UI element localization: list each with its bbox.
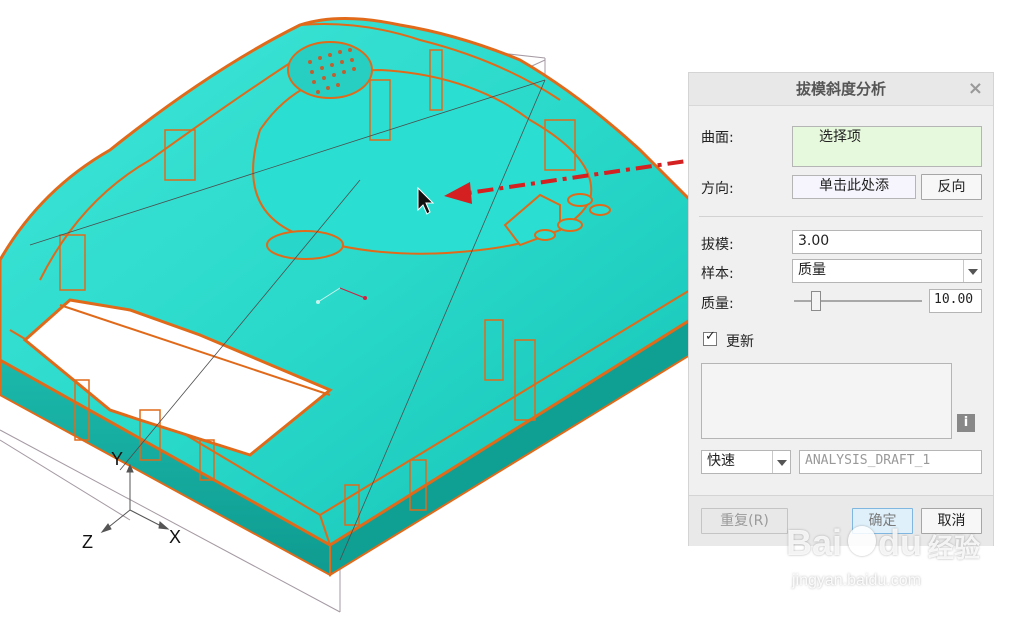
reverse-button[interactable]: 反向 bbox=[921, 174, 982, 200]
results-area bbox=[701, 363, 952, 439]
direction-label: 方向: bbox=[701, 181, 734, 197]
watermark-url: jingyan.baidu.com bbox=[792, 572, 921, 589]
info-icon[interactable]: i bbox=[957, 414, 975, 432]
watermark-cn: 经验 bbox=[928, 534, 981, 564]
model-vent-grid bbox=[287, 41, 373, 99]
analysis-name-value: ANALYSIS_DRAFT_1 bbox=[805, 453, 931, 468]
mode-value: 快速 bbox=[707, 453, 735, 469]
draft-label: 拔模: bbox=[701, 237, 734, 253]
model-small-oval bbox=[266, 230, 344, 260]
info-glyph: i bbox=[963, 415, 969, 430]
update-label: 更新 bbox=[726, 334, 754, 350]
draft-analysis-dialog: 拔模斜度分析 × 曲面: 选择项 方向: 单击此处添 反向 拔模: 3.00 样… bbox=[688, 72, 994, 546]
separator bbox=[699, 216, 983, 217]
paw-icon bbox=[848, 526, 876, 556]
update-checkbox[interactable]: ✓ bbox=[703, 329, 717, 346]
quality-value: 10.00 bbox=[934, 292, 974, 307]
slider-thumb[interactable] bbox=[811, 291, 821, 311]
baidu-watermark: Bai du 经验 jingyan.baidu.com bbox=[786, 522, 986, 602]
analysis-name-input[interactable]: ANALYSIS_DRAFT_1 bbox=[799, 450, 982, 474]
axis-y-label: Y bbox=[111, 449, 124, 469]
mode-select[interactable]: 快速 bbox=[701, 450, 791, 474]
sample-label: 样本: bbox=[701, 266, 734, 282]
direction-collector[interactable]: 单击此处添 bbox=[792, 175, 916, 199]
dropdown-arrow-icon bbox=[963, 260, 981, 282]
axis-x-label: X bbox=[169, 527, 182, 547]
draft-input[interactable]: 3.00 bbox=[792, 230, 982, 254]
dialog-title: 拔模斜度分析 bbox=[689, 73, 993, 106]
surface-collector[interactable]: 选择项 bbox=[792, 126, 982, 167]
surface-value: 选择项 bbox=[819, 129, 861, 145]
sample-value: 质量 bbox=[798, 262, 826, 278]
watermark-brand2: du bbox=[878, 522, 922, 563]
quality-label: 质量: bbox=[701, 296, 734, 312]
draft-value: 3.00 bbox=[798, 233, 830, 249]
direction-value: 单击此处添 bbox=[819, 178, 889, 194]
sample-select[interactable]: 质量 bbox=[792, 259, 982, 283]
quality-slider[interactable] bbox=[794, 289, 922, 313]
close-icon[interactable]: × bbox=[968, 73, 983, 105]
surface-label: 曲面: bbox=[701, 130, 734, 146]
axis-z-label: Z bbox=[82, 532, 93, 552]
quality-input[interactable]: 10.00 bbox=[929, 289, 982, 313]
repeat-button[interactable]: 重复(R) bbox=[701, 508, 788, 534]
watermark-brand: Bai bbox=[786, 522, 843, 563]
checkbox-icon: ✓ bbox=[705, 329, 716, 344]
dropdown-arrow-icon bbox=[772, 451, 790, 473]
